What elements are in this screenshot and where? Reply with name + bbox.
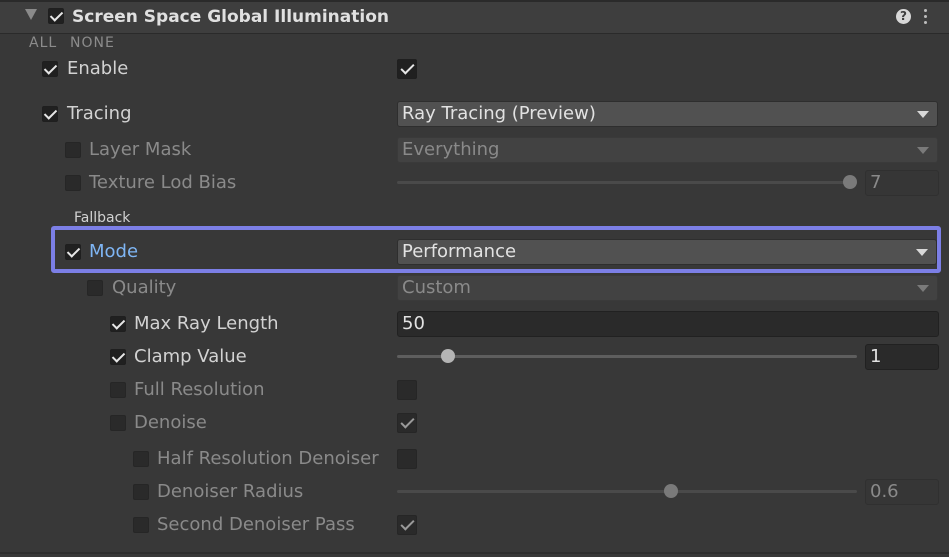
help-icon[interactable]: ? [896,9,911,24]
layer-mask-label: Layer Mask [89,139,192,160]
half-resolution-denoiser-label: Half Resolution Denoiser [157,448,379,469]
enable-label: Enable [67,58,129,79]
mode-label: Mode [89,241,139,262]
enable-value-checkbox[interactable] [397,59,417,79]
chevron-down-icon [916,249,928,256]
clamp-value-field[interactable]: 1 [865,344,939,370]
divider [0,552,949,554]
tracing-override-checkbox[interactable] [42,106,58,122]
mode-dropdown[interactable]: Performance [397,239,937,265]
tracing-label: Tracing [67,103,132,124]
max-ray-length-field[interactable]: 50 [397,311,939,337]
second-denoiser-pass-label: Second Denoiser Pass [157,514,355,535]
second-denoiser-pass-value-checkbox[interactable] [397,515,417,535]
layer-mask-override-checkbox[interactable] [65,142,81,158]
component-enable-checkbox[interactable] [48,8,64,24]
full-resolution-value-checkbox[interactable] [397,380,417,400]
clamp-value-slider-track[interactable] [397,355,857,358]
denoise-value-checkbox[interactable] [397,413,417,433]
full-resolution-label: Full Resolution [134,379,265,400]
clamp-value-value: 1 [870,346,882,367]
texture-lod-bias-override-checkbox[interactable] [65,175,81,191]
denoiser-radius-override-checkbox[interactable] [133,484,149,500]
enable-override-checkbox[interactable] [42,61,58,77]
max-ray-length-override-checkbox[interactable] [110,316,126,332]
quality-label: Quality [112,277,177,298]
denoiser-radius-field[interactable]: 0.6 [865,479,939,505]
tracing-dropdown-value: Ray Tracing (Preview) [402,103,596,124]
half-resolution-denoiser-override-checkbox[interactable] [133,451,149,467]
second-denoiser-pass-override-checkbox[interactable] [133,517,149,533]
max-ray-length-value: 50 [402,313,425,334]
mode-override-checkbox[interactable] [65,244,81,260]
denoiser-radius-slider-track[interactable] [397,490,857,493]
divider [0,0,949,2]
denoise-override-checkbox[interactable] [110,415,126,431]
texture-lod-bias-slider-handle[interactable] [843,175,857,189]
component-title: Screen Space Global Illumination [72,7,389,27]
full-resolution-override-checkbox[interactable] [110,382,126,398]
quality-dropdown-value: Custom [402,277,471,298]
mode-dropdown-value: Performance [402,241,517,262]
quality-dropdown[interactable]: Custom [397,275,938,301]
foldout-triangle-icon[interactable] [25,9,37,20]
denoiser-radius-label: Denoiser Radius [157,481,304,502]
denoise-label: Denoise [134,412,207,433]
denoiser-radius-value: 0.6 [870,481,899,502]
texture-lod-bias-value: 7 [870,172,882,193]
chevron-down-icon [917,147,929,154]
layer-mask-dropdown[interactable]: Everything [397,137,938,163]
none-overrides-button[interactable]: NONE [70,35,115,51]
texture-lod-bias-slider-track[interactable] [397,181,857,184]
fallback-heading: Fallback [74,210,131,226]
texture-lod-bias-label: Texture Lod Bias [89,172,237,193]
chevron-down-icon [917,285,929,292]
max-ray-length-label: Max Ray Length [134,313,279,334]
layer-mask-dropdown-value: Everything [402,139,500,160]
clamp-value-label: Clamp Value [134,346,247,367]
denoiser-radius-slider-handle[interactable] [664,484,678,498]
more-options-icon[interactable] [924,9,928,25]
half-resolution-denoiser-value-checkbox[interactable] [397,449,417,469]
component-header: Screen Space Global Illumination ? [0,0,949,34]
texture-lod-bias-field[interactable]: 7 [865,170,939,196]
chevron-down-icon [917,111,929,118]
all-overrides-button[interactable]: ALL [29,35,57,51]
tracing-dropdown[interactable]: Ray Tracing (Preview) [397,101,938,127]
quality-override-checkbox[interactable] [87,280,103,296]
clamp-value-override-checkbox[interactable] [110,349,126,365]
clamp-value-slider-handle[interactable] [441,349,455,363]
